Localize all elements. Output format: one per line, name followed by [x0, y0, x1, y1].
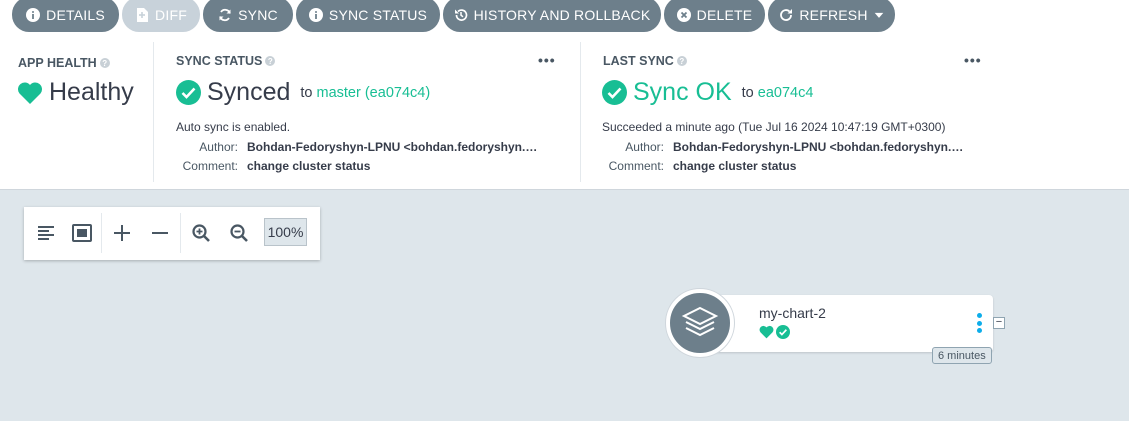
- zoom-in-icon: [192, 224, 210, 242]
- action-toolbar: DETAILS DIFF SYNC SYNC STATUS HISTORY AN…: [0, 0, 1129, 42]
- check-circle-icon: [776, 325, 790, 339]
- expand-button[interactable]: [109, 220, 135, 246]
- graph-toolbar: 100%: [24, 207, 320, 260]
- minus-icon: [152, 232, 168, 234]
- author-key: Author:: [199, 140, 238, 154]
- zoom-out-button[interactable]: [226, 220, 252, 246]
- last-sync-heading: LAST SYNC ?: [603, 54, 687, 68]
- divider: [153, 42, 154, 182]
- to-word: to: [741, 84, 754, 101]
- divider: [180, 213, 181, 253]
- author-key: Author:: [625, 140, 664, 154]
- resource-node[interactable]: [692, 295, 993, 352]
- diff-label: DIFF: [155, 6, 187, 23]
- sync-status-label: SYNC STATUS: [176, 54, 263, 68]
- sync-target: to master (ea074c4): [300, 85, 430, 101]
- sync-author-row: Author: Bohdan-Fedoryshyn-LPNU <bohdan.f…: [162, 140, 545, 154]
- refresh-icon: [780, 8, 793, 21]
- last-sync-menu-icon[interactable]: •••: [964, 52, 982, 68]
- delete-label: DELETE: [696, 6, 753, 23]
- comment-key: Comment:: [182, 159, 238, 173]
- last-sync-label: LAST SYNC: [603, 54, 674, 68]
- info-icon: [26, 7, 41, 22]
- zoom-level[interactable]: 100%: [264, 218, 307, 246]
- check-circle-icon: [176, 80, 201, 105]
- history-rollback-button[interactable]: HISTORY AND ROLLBACK: [443, 0, 661, 32]
- last-sync-comment-row: Comment: change cluster status: [588, 159, 973, 173]
- node-age-badge: 6 minutes: [932, 347, 992, 364]
- sync-comment-row: Comment: change cluster status: [162, 159, 547, 173]
- sync-status-heading: SYNC STATUS ?: [176, 54, 276, 68]
- caret-down-icon: [874, 12, 883, 18]
- resource-node-status: [759, 325, 790, 339]
- file-diff-icon: [137, 7, 149, 22]
- succeeded-text: Succeeded a minute ago (Tue Jul 16 2024 …: [602, 120, 946, 134]
- app-health-text: Healthy: [49, 78, 134, 106]
- node-menu-icon[interactable]: [974, 313, 984, 333]
- zoom-out-icon: [230, 224, 248, 242]
- info-icon: [308, 7, 323, 22]
- diff-button[interactable]: DIFF: [122, 0, 200, 32]
- sync-icon: [219, 8, 232, 21]
- heart-icon: [17, 81, 43, 104]
- app-health-value: Healthy: [17, 78, 134, 107]
- status-panel: APP HEALTH ? Healthy SYNC STATUS ? ••• S…: [0, 42, 1129, 190]
- sync-button[interactable]: SYNC: [203, 0, 293, 32]
- history-label: HISTORY AND ROLLBACK: [473, 6, 651, 23]
- sync-status-button[interactable]: SYNC STATUS: [296, 0, 440, 32]
- layers-icon: [681, 306, 719, 337]
- divider: [580, 42, 581, 182]
- details-button[interactable]: DETAILS: [12, 0, 119, 32]
- fit-view-icon: [72, 224, 92, 242]
- close-circle-icon: [676, 7, 691, 22]
- last-sync-value: Sync OK to ea074c4: [602, 78, 813, 107]
- to-word: to: [300, 84, 313, 101]
- comment-value: change cluster status: [247, 159, 371, 173]
- check-circle-icon: [602, 80, 627, 105]
- comment-value: change cluster status: [673, 159, 797, 173]
- details-label: DETAILS: [46, 6, 105, 23]
- author-value: Bohdan-Fedoryshyn-LPNU <bohdan.fedoryshy…: [247, 140, 545, 154]
- help-icon[interactable]: ?: [676, 56, 687, 66]
- fit-view-button[interactable]: [69, 220, 95, 246]
- sync-status-menu-icon[interactable]: •••: [538, 52, 556, 68]
- collapse-button[interactable]: [147, 220, 173, 246]
- resource-node-name: my-chart-2: [759, 305, 826, 321]
- divider: [101, 213, 102, 253]
- app-health-heading: APP HEALTH ?: [18, 56, 110, 70]
- sync-status-text: Synced: [207, 78, 291, 106]
- node-collapse-toggle[interactable]: −: [993, 317, 1005, 329]
- comment-key: Comment:: [608, 159, 664, 173]
- sync-label: SYNC: [238, 6, 278, 23]
- revision-link[interactable]: ea074c4: [758, 85, 814, 101]
- app-health-label: APP HEALTH: [18, 56, 97, 70]
- resource-node-icon-circle[interactable]: [666, 289, 734, 357]
- heart-icon: [759, 325, 774, 339]
- help-icon[interactable]: ?: [99, 58, 110, 68]
- refresh-label: REFRESH: [799, 6, 868, 23]
- sync-status-label: SYNC STATUS: [328, 6, 428, 23]
- author-value: Bohdan-Fedoryshyn-LPNU <bohdan.fedoryshy…: [673, 140, 971, 154]
- last-sync-target: to ea074c4: [742, 85, 814, 101]
- auto-sync-text: Auto sync is enabled.: [176, 120, 291, 134]
- revision-link[interactable]: master (ea074c4): [317, 85, 431, 101]
- zoom-in-button[interactable]: [188, 220, 214, 246]
- sync-status-value: Synced to master (ea074c4): [176, 78, 430, 107]
- delete-button[interactable]: DELETE: [664, 0, 765, 32]
- history-icon: [454, 8, 467, 21]
- align-left-button[interactable]: [33, 220, 59, 246]
- align-left-icon: [38, 226, 54, 240]
- plus-icon: [114, 225, 130, 241]
- help-icon[interactable]: ?: [265, 56, 276, 66]
- last-sync-author-row: Author: Bohdan-Fedoryshyn-LPNU <bohdan.f…: [588, 140, 971, 154]
- last-sync-text: Sync OK: [633, 78, 732, 106]
- refresh-button[interactable]: REFRESH: [768, 0, 895, 32]
